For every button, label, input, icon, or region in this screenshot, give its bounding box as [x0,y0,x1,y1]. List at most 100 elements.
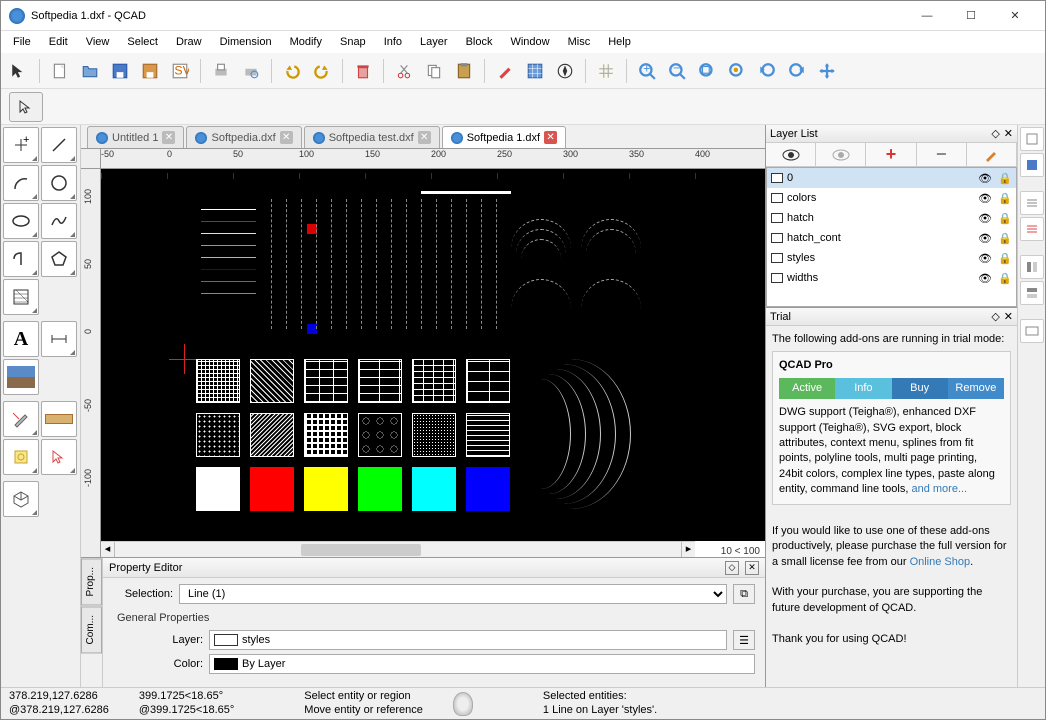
selection-filter-icon[interactable]: ⧉ [733,584,755,604]
layer-row-0[interactable]: 0👁🔒 [767,168,1016,188]
tab-softpedia-dxf[interactable]: Softpedia.dxf✕ [186,126,301,148]
spline-tool[interactable] [41,203,77,239]
ruler-tool[interactable] [41,401,77,437]
print-button[interactable] [207,57,235,85]
menu-file[interactable]: File [5,34,39,50]
zoom-next-button[interactable] [783,57,811,85]
block-tool[interactable] [3,439,39,475]
rtool-5[interactable] [1020,255,1044,279]
layer-remove-button[interactable]: − [917,143,967,166]
hatch-button[interactable] [521,57,549,85]
dimension-tool[interactable] [41,321,77,357]
measure-tool[interactable] [3,401,39,437]
addon-active-button[interactable]: Active [779,378,835,399]
zoom-prev-button[interactable] [753,57,781,85]
layer-list[interactable]: 0👁🔒colors👁🔒hatch👁🔒hatch_cont👁🔒styles👁🔒wi… [766,167,1017,307]
point-tool[interactable]: + [3,127,39,163]
trial-undock-icon[interactable]: ◇ [991,310,999,323]
addon-remove-button[interactable]: Remove [948,378,1004,399]
close-button[interactable]: ✕ [993,2,1037,30]
panel-undock-icon[interactable]: ◇ [725,561,739,575]
layer-add-button[interactable]: + [866,143,916,166]
zoom-auto-button[interactable] [693,57,721,85]
grid-button[interactable] [592,57,620,85]
tab-close-icon[interactable]: ✕ [418,131,431,144]
menu-info[interactable]: Info [376,34,410,50]
save-as-button[interactable] [136,57,164,85]
lock-icon[interactable]: 🔒 [998,192,1012,205]
select-cursor-tool[interactable] [41,439,77,475]
online-shop-link[interactable]: Online Shop [910,556,971,568]
tab-close-icon[interactable]: ✕ [544,131,557,144]
layer-edit-button[interactable] [967,143,1017,166]
drawing-canvas[interactable] [101,169,765,541]
menu-block[interactable]: Block [458,34,501,50]
svg-export-button[interactable]: SVG [166,57,194,85]
pan-button[interactable] [813,57,841,85]
and-more-link[interactable]: and more... [911,483,967,495]
layer-row-hatch[interactable]: hatch👁🔒 [767,208,1016,228]
compass-button[interactable] [551,57,579,85]
arc-tool[interactable] [3,165,39,201]
iso-tool[interactable] [3,481,39,517]
rtool-1[interactable] [1020,127,1044,151]
addon-info-button[interactable]: Info [835,378,891,399]
menu-dimension[interactable]: Dimension [212,34,280,50]
copy-button[interactable] [420,57,448,85]
eye-icon[interactable]: 👁 [978,252,994,265]
delete-button[interactable] [349,57,377,85]
menu-layer[interactable]: Layer [412,34,456,50]
tab-softpedia-1-dxf[interactable]: Softpedia 1.dxf✕ [442,126,566,148]
undo-button[interactable] [278,57,306,85]
trial-close-icon[interactable]: ✕ [1004,310,1013,323]
rtool-3[interactable] [1020,191,1044,215]
rtool-4[interactable] [1020,217,1044,241]
menu-misc[interactable]: Misc [560,34,599,50]
panel-close-icon[interactable]: ✕ [745,561,759,575]
rtool-2[interactable] [1020,153,1044,177]
tab-untitled-1[interactable]: Untitled 1✕ [87,126,184,148]
lock-icon[interactable]: 🔒 [998,272,1012,285]
layer-row-colors[interactable]: colors👁🔒 [767,188,1016,208]
menu-draw[interactable]: Draw [168,34,210,50]
layer-row-widths[interactable]: widths👁🔒 [767,268,1016,288]
save-button[interactable] [106,57,134,85]
open-button[interactable] [76,57,104,85]
tab-close-icon[interactable]: ✕ [280,131,293,144]
lock-icon[interactable]: 🔒 [998,212,1012,225]
tab-softpedia-test-dxf[interactable]: Softpedia test.dxf✕ [304,126,440,148]
lock-icon[interactable]: 🔒 [998,172,1012,185]
zoom-in-button[interactable]: + [633,57,661,85]
rtool-6[interactable] [1020,281,1044,305]
new-button[interactable] [46,57,74,85]
pen-button[interactable] [491,57,519,85]
layer-close-icon[interactable]: ✕ [1004,127,1013,140]
cut-button[interactable] [390,57,418,85]
prop-color-dropdown[interactable]: By Layer [209,654,755,674]
eye-icon[interactable]: 👁 [978,192,994,205]
addon-buy-button[interactable]: Buy [892,378,948,399]
zoom-out-button[interactable]: − [663,57,691,85]
minimize-button[interactable]: — [905,2,949,30]
layer-show-all-button[interactable] [766,143,816,166]
eye-icon[interactable]: 👁 [978,172,994,185]
cursor-mode-button[interactable] [9,92,43,122]
ellipse-tool[interactable] [3,203,39,239]
eye-icon[interactable]: 👁 [978,272,994,285]
selection-dropdown[interactable]: Line (1) [179,584,727,604]
menu-help[interactable]: Help [600,34,639,50]
menu-snap[interactable]: Snap [332,34,374,50]
eye-icon[interactable]: 👁 [978,212,994,225]
polygon-tool[interactable] [41,241,77,277]
menu-window[interactable]: Window [502,34,557,50]
circle-tool[interactable] [41,165,77,201]
prop-layer-dropdown[interactable]: styles [209,630,727,650]
lock-icon[interactable]: 🔒 [998,232,1012,245]
tab-close-icon[interactable]: ✕ [162,131,175,144]
maximize-button[interactable]: ☐ [949,2,993,30]
layer-undock-icon[interactable]: ◇ [991,127,999,140]
print-preview-button[interactable] [237,57,265,85]
menu-view[interactable]: View [78,34,118,50]
zoom-selection-button[interactable] [723,57,751,85]
vtab-command[interactable]: Com... [81,606,102,653]
